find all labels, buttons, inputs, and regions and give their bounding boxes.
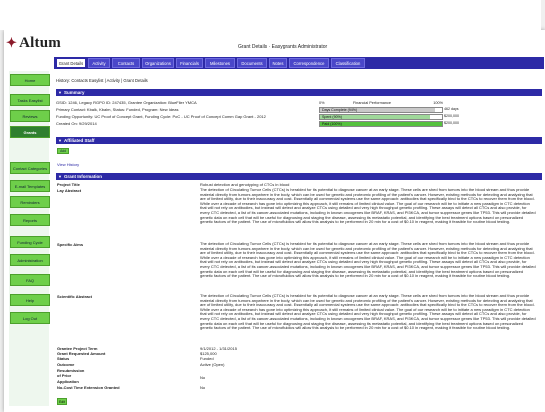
sidebar-item-faq[interactable]: FAQ [10,274,50,286]
top-margin [0,0,541,30]
sidebar-item-funding-cycle[interactable]: Funding Cycle [10,236,50,248]
affiliated-staff-header[interactable]: ▼ Affiliated Staff [56,137,542,144]
sidebar-item-reviews[interactable]: Reviews [10,110,50,122]
performance-bar-days: Days Complete (94%) [319,107,443,113]
project-title-label: Project Title [57,182,80,187]
field-value-status: Funded [200,356,214,361]
collapse-icon: ▼ [58,138,62,143]
summary-line-contact: Primary Contact: Kbalk, Kbalm, Status: F… [56,107,179,112]
project-title-value: Robust detection and genotyping of CTCs … [200,182,290,187]
sidebar-item-logout[interactable]: Log Out [10,312,50,324]
performance-title: Financial Performance [353,101,391,105]
tab-organizations[interactable]: Organizations [142,58,174,68]
scientific-abstract-label: Scientific Abstract [57,294,92,299]
performance-label-spent: Spent (90%) [322,115,342,119]
performance-label-days: Days Complete (94%) [322,108,358,112]
sidebar-item-reports[interactable]: Reports [10,214,50,226]
tab-correspondence[interactable]: Correspondence [289,58,329,68]
logo-mark-icon: ✦ [6,35,18,50]
breadcrumb: History: Contacts Easylist | Activity | … [56,78,148,83]
altum-logo: ✦ Altum [6,35,76,51]
sidebar-item-administration[interactable]: Administration [10,254,50,266]
collapse-icon: ▼ [58,90,62,95]
add-staff-button[interactable]: Add [57,148,69,154]
tab-financials[interactable]: Financials [176,58,203,68]
tab-milestones[interactable]: Milestones [205,58,235,68]
summary-header[interactable]: ▼ Summary [56,89,542,96]
field-label-application: Application [57,379,79,384]
logo-text: Altum [19,35,61,51]
tab-contacts[interactable]: Contacts [112,58,140,68]
tab-grant-details[interactable]: Grant Details [56,58,86,68]
performance-scale-end: 100% [433,101,443,105]
sidebar-item-grants[interactable]: Grants [10,126,50,138]
field-value-outcome: Active (Open) [200,362,225,367]
summary-line-ids: GSID: 1246, Legacy RGPO ID: 247435, Gran… [56,100,197,105]
summary-line-created: Created On: 9/29/2014 [56,121,97,126]
tab-classification[interactable]: Classification [331,58,365,68]
lay-abstract-text: The detection of Circulating Tumor Cells… [200,188,536,225]
sidebar-item-email-templates[interactable]: E-mail Templates [10,180,50,192]
field-value-resubmission: No [200,375,206,380]
tab-documents[interactable]: Documents [237,58,267,68]
tab-notes[interactable]: Notes [269,58,287,68]
performance-value-paid: $200,000 [444,121,459,125]
specific-aims-text: The detection of Circulating Tumor Cells… [200,242,536,279]
performance-bar-spent: Spent (90%) [319,114,443,120]
summary-title: Summary [64,90,85,95]
performance-bar-paid: Paid (100%) [319,121,443,127]
field-value-no-cost-extension: No [200,385,206,390]
page-title: Grant Details · Easygrants Administrator [238,44,328,50]
sidebar-item-tasks[interactable]: Tasks Easylist [10,94,50,106]
grant-information-header[interactable]: ▼ Grant Information [56,173,542,180]
summary-line-funding: Funding Opportunity: UC Proof of Concept… [56,114,266,119]
edit-button[interactable]: Edit [57,398,67,405]
field-label-status: Status [57,356,70,361]
performance-label-paid: Paid (100%) [322,122,342,126]
tab-activity[interactable]: Activity [88,58,110,68]
collapse-icon: ▼ [58,174,62,179]
grant-information-title: Grant Information [64,174,102,179]
specific-aims-label: Specific Aims [57,242,84,247]
field-label-no-cost-extension: No-Cost Time Extension Granted [57,385,120,390]
performance-value-spent: $200,000 [444,114,459,118]
performance-header: 0% Financial Performance 100% [319,101,443,105]
field-label-of-prior: of Prior [57,373,72,378]
performance-value-days: 462 days [444,107,459,111]
sidebar-item-help[interactable]: Help [10,294,50,306]
view-history-link[interactable]: View History [57,162,79,167]
sidebar-item-contact-categories[interactable]: Contact Categories [10,162,50,174]
sidebar-item-home[interactable]: Home [10,74,50,86]
scientific-abstract-text: The detection of Circulating Tumor Cells… [200,294,536,331]
sidebar-item-reminders[interactable]: Reminders [10,196,50,208]
lay-abstract-label: Lay Abstract [57,188,82,193]
affiliated-staff-title: Affiliated Staff [64,138,95,143]
field-label-outcome: Outcome [57,362,75,367]
performance-scale-start: 0% [319,101,325,105]
